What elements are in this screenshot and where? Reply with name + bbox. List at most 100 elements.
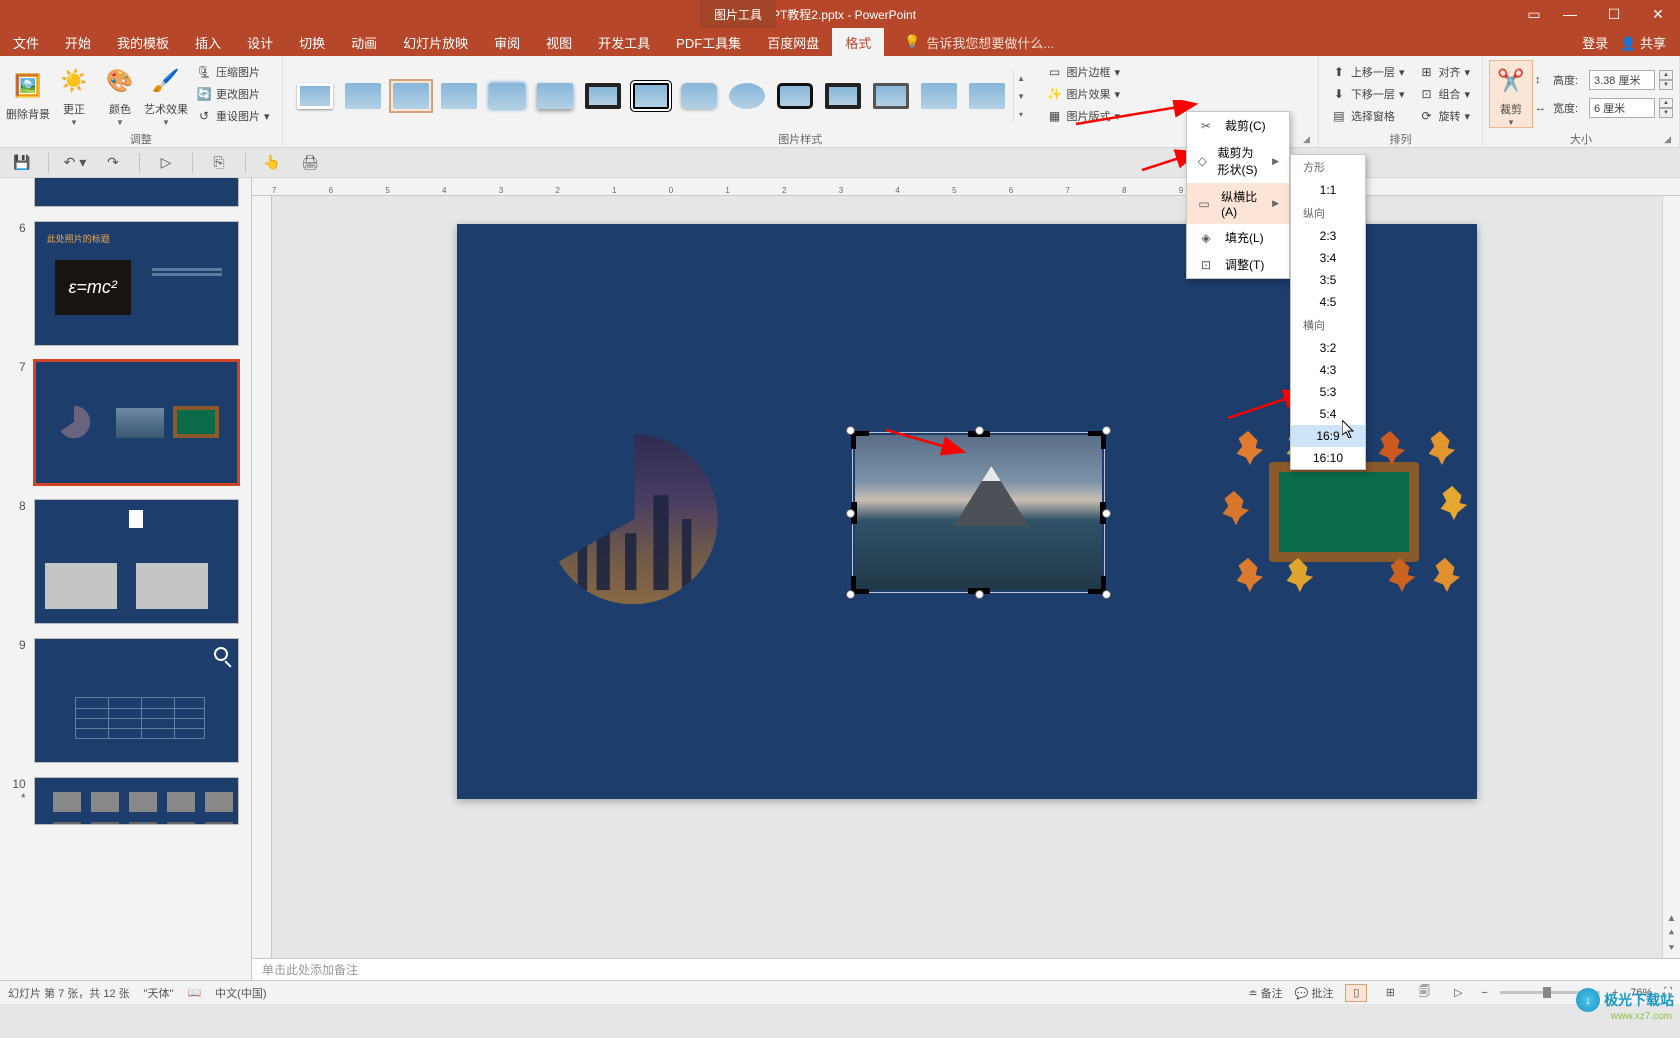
sel-handle-bl[interactable] <box>846 590 855 599</box>
style-thumb-7[interactable] <box>581 79 625 113</box>
tab-insert[interactable]: 插入 <box>182 28 234 56</box>
height-input[interactable]: 3.38 厘米 <box>1589 70 1655 90</box>
sel-handle-tl[interactable] <box>846 426 855 435</box>
color-button[interactable]: 🎨颜色▼ <box>98 60 142 128</box>
sel-handle-bm[interactable] <box>975 590 984 599</box>
picture-layout-button[interactable]: ▦图片版式 ▾ <box>1041 106 1127 127</box>
ratio-3-4[interactable]: 3:4 <box>1291 247 1365 269</box>
undo-button[interactable]: ↶ ▾ <box>63 151 87 175</box>
bring-forward-button[interactable]: ⬆上移一层 ▾ <box>1325 62 1411 83</box>
reading-view-button[interactable]: 🗐 <box>1413 984 1435 1002</box>
tab-slideshow[interactable]: 幻灯片放映 <box>390 28 481 56</box>
spell-check-icon[interactable]: 📖 <box>187 986 201 999</box>
menu-fill[interactable]: ◈填充(L) <box>1187 224 1289 251</box>
change-picture-button[interactable]: 🔄更改图片 <box>190 84 276 105</box>
sel-handle-br[interactable] <box>1102 590 1111 599</box>
tab-baidu[interactable]: 百度网盘 <box>754 28 832 56</box>
compress-pictures-button[interactable]: 🗜压缩图片 <box>190 62 276 83</box>
style-thumb-10[interactable] <box>725 79 769 113</box>
share-button[interactable]: 👤 共享 <box>1620 33 1666 52</box>
ratio-5-3[interactable]: 5:3 <box>1291 381 1365 403</box>
style-thumb-2[interactable] <box>341 79 385 113</box>
tab-design[interactable]: 设计 <box>234 28 286 56</box>
slide-thumb-9[interactable]: 9 <box>12 638 239 763</box>
slide-thumbnail-panel[interactable]: 6 此处照片的标题ε=mc² 7 8 9 10* <box>0 178 252 980</box>
tab-animations[interactable]: 动画 <box>338 28 390 56</box>
close-button[interactable]: ✕ <box>1636 0 1680 28</box>
tab-developer[interactable]: 开发工具 <box>585 28 663 56</box>
contextual-tab-picture-tools[interactable]: 图片工具 <box>700 0 776 28</box>
menu-aspect-ratio[interactable]: ▭纵横比(A)▶ <box>1187 183 1289 224</box>
rotate-button[interactable]: ⟳旋转 ▾ <box>1412 106 1476 127</box>
style-thumb-5[interactable] <box>485 79 529 113</box>
sel-handle-tm[interactable] <box>975 426 984 435</box>
sel-handle-rm[interactable] <box>1102 509 1111 518</box>
ratio-3-2[interactable]: 3:2 <box>1291 337 1365 359</box>
touch-mode-button[interactable]: 👆 <box>260 151 284 175</box>
ratio-16-10[interactable]: 16:10 <box>1291 447 1365 469</box>
slide-thumb-8[interactable]: 8 <box>12 499 239 624</box>
maximize-button[interactable]: ☐ <box>1592 0 1636 28</box>
width-spinner[interactable]: ▲▼ <box>1659 98 1673 118</box>
send-backward-button[interactable]: ⬇下移一层 ▾ <box>1325 84 1411 105</box>
width-input[interactable]: 6 厘米 <box>1589 98 1655 118</box>
slide-thumb-5[interactable] <box>12 178 239 207</box>
style-thumb-4[interactable] <box>437 79 481 113</box>
crop-button[interactable]: ✂️裁剪▼ <box>1489 60 1533 128</box>
height-spinner[interactable]: ▲▼ <box>1659 70 1673 90</box>
corrections-button[interactable]: ☀️更正▼ <box>52 60 96 128</box>
language-indicator[interactable]: 中文(中国) <box>215 985 266 1001</box>
ratio-3-5[interactable]: 3:5 <box>1291 269 1365 291</box>
styles-launcher[interactable]: ◢ <box>1303 134 1310 145</box>
tab-file[interactable]: 文件 <box>0 28 52 56</box>
tell-me-search[interactable]: 💡 告诉我您想要做什么... <box>904 28 1054 56</box>
ratio-2-3[interactable]: 2:3 <box>1291 225 1365 247</box>
sel-handle-tr[interactable] <box>1102 426 1111 435</box>
group-button[interactable]: ⊡组合 ▾ <box>1412 84 1476 105</box>
ratio-4-5[interactable]: 4:5 <box>1291 291 1365 313</box>
slide-count[interactable]: 幻灯片 第 7 张，共 12 张 <box>8 985 130 1001</box>
picture-border-button[interactable]: ▭图片边框 ▾ <box>1041 62 1127 83</box>
tab-format[interactable]: 格式 <box>832 28 884 56</box>
tab-templates[interactable]: 我的模板 <box>104 28 182 56</box>
start-from-beginning-button[interactable]: ▷ <box>154 151 178 175</box>
picture-2-selected[interactable] <box>855 435 1102 590</box>
picture-styles-gallery[interactable]: ▲▼▾ <box>289 65 1033 123</box>
qat-customize-button[interactable]: ⎘ <box>207 151 231 175</box>
ribbon-display-options-icon[interactable]: ▭ <box>1520 0 1548 28</box>
vertical-ruler[interactable] <box>252 196 272 958</box>
style-thumb-8[interactable] <box>629 79 673 113</box>
ratio-4-3[interactable]: 4:3 <box>1291 359 1365 381</box>
menu-crop[interactable]: ✂裁剪(C) <box>1187 112 1289 139</box>
style-thumb-14[interactable] <box>917 79 961 113</box>
style-thumb-3[interactable] <box>389 79 433 113</box>
style-thumb-9[interactable] <box>677 79 721 113</box>
gallery-more[interactable]: ▲▼▾ <box>1013 69 1029 123</box>
ratio-1-1[interactable]: 1:1 <box>1291 179 1365 201</box>
remove-background-button[interactable]: 🖼️删除背景 <box>6 60 50 128</box>
normal-view-button[interactable]: ▯ <box>1345 984 1367 1002</box>
picture-1-pie-shape[interactable] <box>537 429 732 609</box>
selection-pane-button[interactable]: ▤选择窗格 <box>1325 106 1411 127</box>
align-button[interactable]: ⊞对齐 ▾ <box>1412 62 1476 83</box>
style-thumb-13[interactable] <box>869 79 913 113</box>
style-thumb-6[interactable] <box>533 79 577 113</box>
tab-review[interactable]: 审阅 <box>481 28 533 56</box>
slide-thumb-7[interactable]: 7 <box>12 360 239 485</box>
slideshow-view-button[interactable]: ▷ <box>1447 984 1469 1002</box>
notes-toggle[interactable]: ≐ 备注 <box>1248 985 1282 1001</box>
redo-button[interactable]: ↷ <box>101 151 125 175</box>
slide-thumb-6[interactable]: 6 此处照片的标题ε=mc² <box>12 221 239 346</box>
horizontal-ruler[interactable]: 7 6 5 4 3 2 1 0 1 2 3 4 5 6 7 8 9 <box>252 178 1680 196</box>
crop-handle-tl[interactable] <box>851 431 869 449</box>
tab-pdf[interactable]: PDF工具集 <box>663 28 754 56</box>
sel-handle-lm[interactable] <box>846 509 855 518</box>
size-launcher[interactable]: ◢ <box>1664 134 1671 145</box>
picture-effects-button[interactable]: ✨图片效果 ▾ <box>1041 84 1127 105</box>
slide-thumb-10[interactable]: 10* <box>12 777 239 825</box>
sorter-view-button[interactable]: ⊞ <box>1379 984 1401 1002</box>
vertical-scrollbar[interactable]: ▲⯅⯆ <box>1662 196 1680 958</box>
save-button[interactable]: 💾 <box>10 151 34 175</box>
style-thumb-1[interactable] <box>293 79 337 113</box>
style-thumb-12[interactable] <box>821 79 865 113</box>
